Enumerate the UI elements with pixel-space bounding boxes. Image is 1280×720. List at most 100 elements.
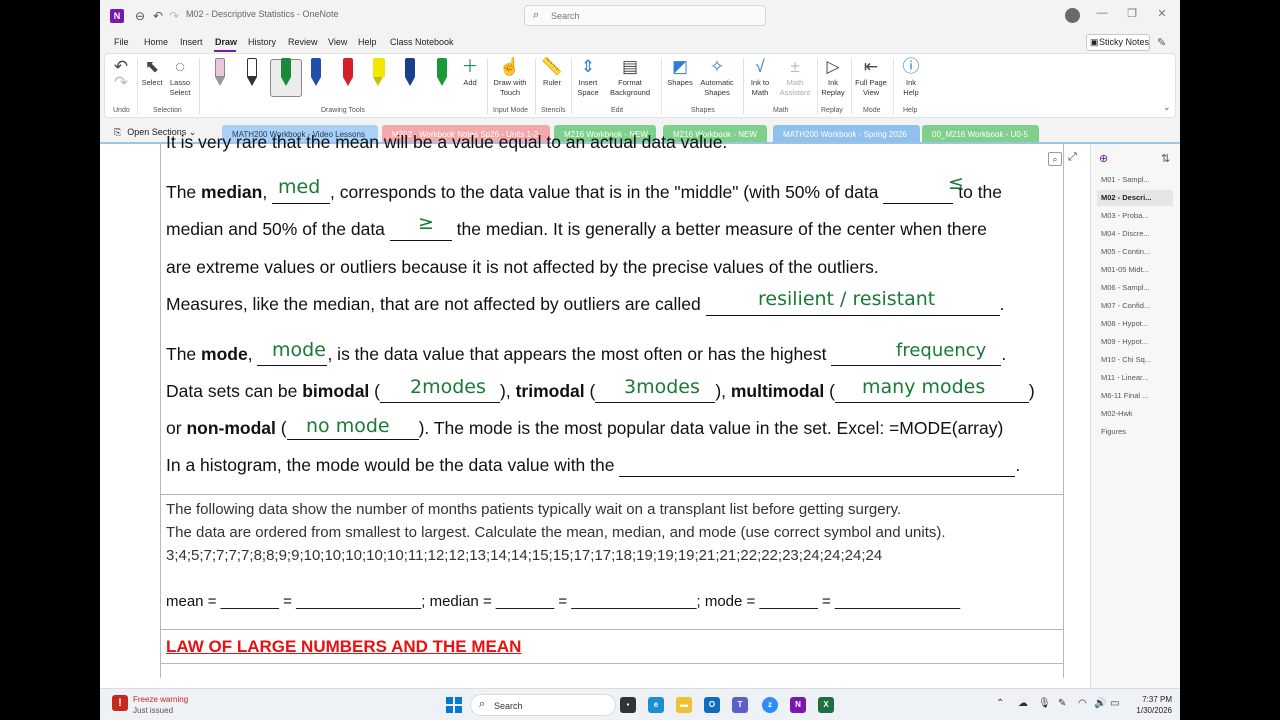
bold-span: median (201, 182, 263, 202)
search-icon: ⌕ (479, 698, 486, 710)
page-item[interactable]: M02-Hwk (1097, 406, 1173, 422)
page-item[interactable]: M09 - Hypot... (1097, 334, 1173, 350)
section-tab[interactable]: 00_M216 Workbook - U0-5 (922, 125, 1039, 143)
histogram-line: In a histogram, the mode would be the da… (166, 455, 1021, 477)
taskbar-search[interactable]: ⌕ Search (470, 694, 616, 716)
pen-pink-eraser[interactable] (211, 58, 229, 90)
tray-onedrive-icon[interactable]: ☁ (1018, 698, 1028, 709)
menu-home[interactable]: Home (144, 37, 168, 47)
zoom-icon[interactable]: z (762, 697, 778, 713)
sort-icon[interactable]: ⇅ (1161, 152, 1170, 165)
sticky-notes-button[interactable]: ▣ Sticky Notes (1086, 34, 1150, 51)
pen-green[interactable] (433, 58, 451, 90)
pen-green-selected[interactable] (277, 58, 295, 90)
tray-chevron-icon[interactable]: ⌃ (996, 698, 1004, 709)
menu-insert[interactable]: Insert (180, 37, 203, 47)
add-page-icon[interactable]: ⊕ (1099, 152, 1108, 165)
page-item[interactable]: M01 - Sampl... (1097, 172, 1173, 188)
menu-draw[interactable]: Draw (215, 37, 237, 47)
weather-warning-icon[interactable]: ! (112, 695, 128, 711)
menu-history[interactable]: History (248, 37, 276, 47)
pen-red[interactable] (339, 58, 357, 90)
task-view-icon[interactable]: ▪ (620, 697, 636, 713)
clock[interactable]: 7:37 PM 1/30/2026 (1128, 694, 1172, 716)
full-page-view-button[interactable]: ⇤ Full Page View (853, 56, 889, 98)
volume-icon[interactable]: 🔊 (1094, 698, 1106, 709)
taskbar: ! Freeze warning Just issued ⌕ Search ▪ … (100, 688, 1180, 720)
ink-help-button[interactable]: ⓘ Ink Help (897, 56, 925, 98)
battery-icon[interactable]: ▭ (1110, 698, 1119, 709)
page-item[interactable]: M11 - Linear... (1097, 370, 1173, 386)
active-tab-indicator (214, 50, 236, 52)
minimize-icon[interactable]: — (1092, 7, 1112, 19)
avatar[interactable] (1065, 8, 1080, 23)
teams-icon[interactable]: T (732, 697, 748, 713)
page-item[interactable]: M03 - Proba... (1097, 208, 1173, 224)
file-explorer-icon[interactable]: ▬ (676, 697, 692, 713)
redo-button[interactable]: ↷ (111, 72, 131, 94)
zoom-icon[interactable]: ⌕ (1048, 152, 1062, 166)
ribbon-separator (137, 58, 138, 114)
ink-two-modes: 2modes (410, 376, 486, 398)
ribbon-collapse-icon[interactable]: ⌄ (1163, 102, 1171, 113)
ribbon-separator (487, 58, 488, 114)
menu-help[interactable]: Help (358, 37, 377, 47)
page-item[interactable]: Figures (1097, 424, 1173, 440)
back-icon[interactable]: ⊖ (132, 8, 148, 24)
ink-replay-button[interactable]: ▷ Ink Replay (819, 56, 847, 98)
lasso-select-button[interactable]: ◌ Lasso Select (167, 56, 193, 98)
clock-time: 7:37 PM (1142, 695, 1172, 704)
page-item-active[interactable]: M02 - Descri... (1097, 190, 1173, 206)
highlighter-yellow[interactable] (369, 58, 387, 90)
menu-view[interactable]: View (328, 37, 347, 47)
tray-mic-icon[interactable]: 🎙 (1038, 698, 1051, 709)
excel-icon[interactable]: X (818, 697, 834, 713)
page-canvas[interactable]: ⌕ ⤢ It is very rare that the mean will b… (100, 132, 1090, 688)
page-item[interactable]: M06 - Sampl... (1097, 280, 1173, 296)
onenote-taskbar-icon[interactable]: N (790, 697, 806, 713)
ribbon-separator (743, 58, 744, 114)
format-background-button[interactable]: ▤ Format Background (607, 56, 653, 98)
add-pen-button[interactable]: ＋ Add (457, 56, 483, 88)
ink-to-math-button[interactable]: √ Ink to Math (745, 56, 775, 98)
outlook-icon[interactable]: O (704, 697, 720, 713)
page-item[interactable]: M08 - Hypot... (1097, 316, 1173, 332)
pen-dark-blue[interactable] (401, 58, 419, 90)
menu-file[interactable]: File (114, 37, 129, 47)
ruler-button[interactable]: 📏 Ruler (538, 56, 566, 88)
page-item[interactable]: M01-05 Midt... (1097, 262, 1173, 278)
search-input[interactable]: ⌕ Search (524, 5, 766, 26)
menu-class-notebook[interactable]: Class Notebook (390, 37, 454, 47)
maximize-icon[interactable]: ❐ (1122, 7, 1142, 20)
undo-icon[interactable]: ↶ (150, 8, 166, 24)
page-item[interactable]: M07 - Confid... (1097, 298, 1173, 314)
select-button[interactable]: ⬉ Select (139, 56, 165, 88)
page-item[interactable]: M10 - Chi Sq... (1097, 352, 1173, 368)
pen-body (281, 58, 291, 77)
page-item[interactable]: M04 - Discre... (1097, 226, 1173, 242)
text-span: or (166, 418, 182, 438)
pen-share-icon[interactable]: ✎ (1157, 36, 1166, 49)
pen-black[interactable] (243, 58, 261, 90)
draw-with-touch-button[interactable]: ☝ Draw with Touch (490, 56, 530, 98)
weather-warning-title[interactable]: Freeze warning (133, 695, 188, 704)
pen-blue[interactable] (307, 58, 325, 90)
expand-icon[interactable]: ⤢ (1068, 151, 1077, 164)
insert-space-button[interactable]: ⇕ Insert Space (573, 56, 603, 98)
shapes-button[interactable]: ◩ Shapes (665, 56, 695, 88)
help-icon: ⓘ (902, 57, 920, 76)
math-assistant-button[interactable]: ± Math Assistant (777, 56, 813, 98)
wifi-icon[interactable]: ◠ (1078, 698, 1087, 709)
redo-icon[interactable]: ↷ (166, 8, 182, 24)
tray-pen-icon[interactable]: ✎ (1058, 698, 1066, 709)
section-divider-line (160, 629, 1064, 630)
automatic-shapes-button[interactable]: ✧ Automatic Shapes (697, 56, 737, 98)
menu-review[interactable]: Review (288, 37, 318, 47)
close-icon[interactable]: ✕ (1152, 7, 1172, 20)
section-tab[interactable]: MATH200 Workbook - Spring 2026 (773, 125, 920, 143)
windows-start-icon[interactable] (446, 697, 462, 713)
page-item[interactable]: M6-11 Final ... (1097, 388, 1173, 404)
edge-icon[interactable]: e (648, 697, 664, 713)
page-item[interactable]: M05 - Contin... (1097, 244, 1173, 260)
search-placeholder: Search (551, 11, 580, 21)
